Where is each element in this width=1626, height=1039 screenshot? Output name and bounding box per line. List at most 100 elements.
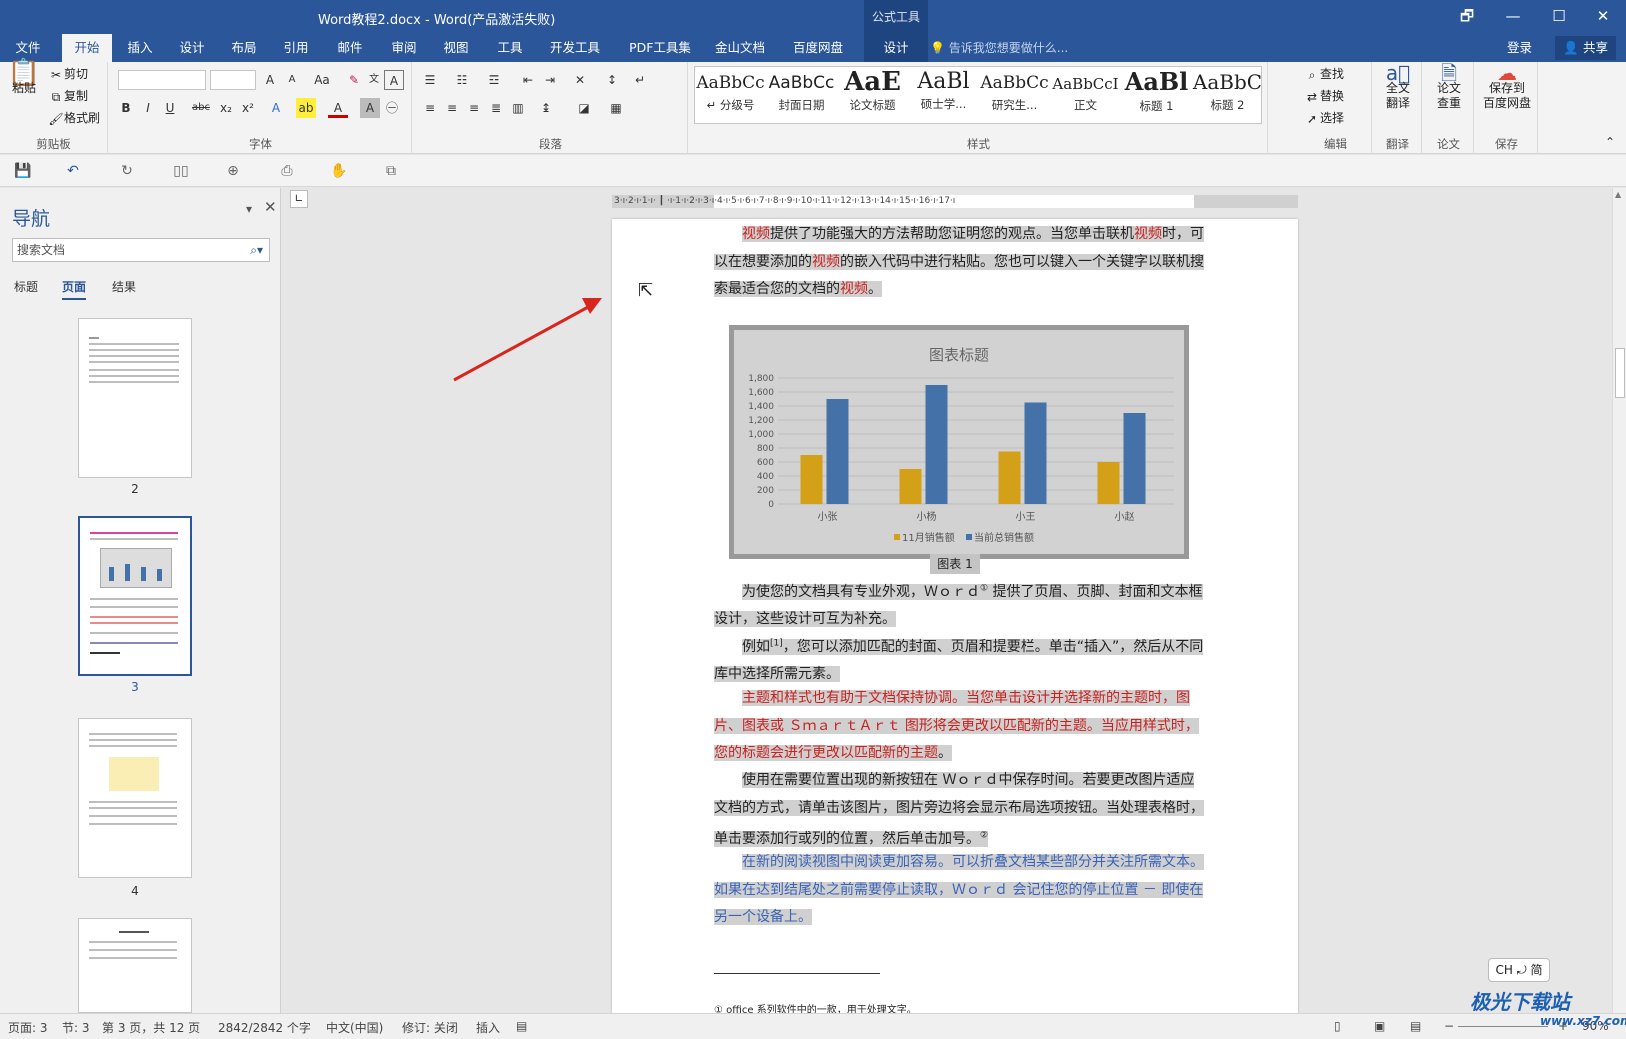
paragraph-6[interactable]: 在新的阅读视图中阅读更加容易。可以折叠文档某些部分并关注所需文本。如果在达到结尾… <box>714 849 1204 932</box>
show-marks-icon[interactable]: ↵ <box>630 70 650 90</box>
style-item[interactable]: AaBbCcI 正文 <box>1050 67 1121 123</box>
copy-button[interactable]: ⧉ 复制 <box>48 86 88 106</box>
paragraph-4[interactable]: 主题和样式也有助于文档保持协调。当您单击设计并选择新的主题时，图片、图表或 Ｓｍ… <box>714 685 1204 768</box>
customize-qat-icon[interactable]: ⧉ <box>380 161 402 181</box>
shrink-font-button[interactable]: A <box>282 70 302 90</box>
tab-tools[interactable]: 工具 <box>486 34 534 62</box>
shading-icon[interactable]: ◪ <box>574 98 594 118</box>
read-mode-icon[interactable]: ▯▯ <box>170 161 192 181</box>
page-thumbnail[interactable] <box>78 918 192 1013</box>
font-color-button[interactable]: A <box>328 98 348 118</box>
status-page-of[interactable]: 第 3 页，共 12 页 <box>102 1019 200 1036</box>
char-shading-icon[interactable]: A <box>360 98 380 118</box>
enclose-char-icon[interactable]: ㊀ <box>382 98 402 118</box>
status-insert-mode[interactable]: 插入 <box>476 1019 500 1036</box>
nav-tab-headings[interactable]: 标题 <box>14 278 38 295</box>
paragraph-5[interactable]: 使用在需要位置出现的新按钮在 Ｗｏｒｄ中保存时间。若要更改图片适应文档的方式，请… <box>714 767 1204 853</box>
font-name-select[interactable] <box>118 70 206 90</box>
minimize-button[interactable]: — <box>1490 0 1536 34</box>
sort-icon[interactable]: ↕ <box>602 70 622 90</box>
zoom-slider[interactable] <box>1458 1026 1548 1027</box>
web-layout-icon[interactable]: ⊕ <box>222 161 244 181</box>
select-button[interactable]: ➚ 选择 <box>1304 108 1344 128</box>
ime-indicator[interactable]: CH ⤾ 简 <box>1488 958 1550 982</box>
status-word-count[interactable]: 2842/2842 个字 <box>218 1019 311 1036</box>
pinyin-guide-icon[interactable]: 文 <box>364 70 384 90</box>
tab-layout[interactable]: 布局 <box>220 34 268 62</box>
numbering-icon[interactable]: ☷ <box>452 70 472 90</box>
tab-view[interactable]: 视图 <box>432 34 480 62</box>
tab-design[interactable]: 设计 <box>168 34 216 62</box>
format-painter-button[interactable]: 🖌格式刷 <box>48 108 100 128</box>
increase-indent-icon[interactable]: ⇥ <box>540 70 560 90</box>
status-language[interactable]: 中文(中国) <box>326 1019 383 1036</box>
borders-icon[interactable]: ▦ <box>606 98 626 118</box>
grow-font-button[interactable]: A <box>260 70 280 90</box>
print-layout-view-icon[interactable]: ▣ <box>1374 1019 1385 1033</box>
close-button[interactable]: ✕ <box>1580 0 1626 34</box>
status-track-changes[interactable]: 修订: 关闭 <box>402 1019 458 1036</box>
nav-tab-results[interactable]: 结果 <box>112 278 136 295</box>
decrease-indent-icon[interactable]: ⇤ <box>518 70 538 90</box>
document-page[interactable]: 视频提供了功能强大的方法帮助您证明您的观点。当您单击联机视频时，可以在想要添加的… <box>612 219 1298 1013</box>
tab-developer[interactable]: 开发工具 <box>540 34 610 62</box>
share-button[interactable]: 👤 共享 <box>1555 36 1616 60</box>
undo-icon[interactable]: ↶ <box>62 161 84 181</box>
nav-close-icon[interactable]: ✕ <box>264 198 277 216</box>
superscript-button[interactable]: x² <box>238 98 258 118</box>
change-case-button[interactable]: Aa <box>308 70 336 90</box>
scrollbar-thumb[interactable] <box>1615 348 1625 398</box>
paragraph-1[interactable]: 视频提供了功能强大的方法帮助您证明您的观点。当您单击联机视频时，可以在想要添加的… <box>714 221 1204 304</box>
bullets-icon[interactable]: ☰ <box>420 70 440 90</box>
find-button[interactable]: ⌕ 查找 <box>1304 64 1344 84</box>
style-item[interactable]: AaE 论文标题 <box>837 67 908 123</box>
tab-equation-design[interactable]: 设计 <box>864 34 928 62</box>
style-item[interactable]: AaBl 硕士学... <box>908 67 979 123</box>
print-preview-icon[interactable]: ⎙ <box>276 161 298 181</box>
tab-mailings[interactable]: 邮件 <box>326 34 374 62</box>
collapse-ribbon-icon[interactable]: ⌃ <box>1600 132 1620 152</box>
tab-home[interactable]: 开始 <box>62 34 112 62</box>
style-item[interactable]: AaBl 标题 1 <box>1121 67 1192 123</box>
subscript-button[interactable]: x₂ <box>216 98 236 118</box>
macro-icon[interactable]: ▤ <box>516 1019 527 1033</box>
line-spacing-icon[interactable]: ↨ <box>536 98 556 118</box>
font-size-select[interactable] <box>210 70 256 90</box>
chart-object[interactable]: 图表标题 0 200 400 600 800 1,000 1,200 1,400 1,600 1,8… <box>729 325 1189 559</box>
page-thumbnail[interactable] <box>78 718 192 878</box>
style-item[interactable]: AaBbCc 研究生... <box>979 67 1050 123</box>
cut-button[interactable]: ✂ 剪切 <box>48 64 88 84</box>
paste-button[interactable]: 📋 粘贴 <box>6 60 42 96</box>
read-mode-view-icon[interactable]: ▯ <box>1334 1019 1341 1033</box>
align-center-icon[interactable]: ≡ <box>442 98 462 118</box>
redo-icon[interactable]: ↻ <box>116 161 138 181</box>
maximize-button[interactable]: ☐ <box>1536 0 1582 34</box>
italic-button[interactable]: I <box>138 98 158 118</box>
strikethrough-button[interactable]: abc <box>188 98 214 118</box>
style-item[interactable]: AaBbCc ↵ 分级号 <box>695 67 766 123</box>
char-border-icon[interactable]: A <box>384 70 404 90</box>
ribbon-display-icon[interactable]: 🗗 <box>1444 0 1490 34</box>
full-translate-button[interactable]: a⃞ 全文 翻译 <box>1378 63 1418 111</box>
nav-tab-pages[interactable]: 页面 <box>62 278 87 300</box>
web-layout-view-icon[interactable]: ▤ <box>1410 1019 1421 1033</box>
login-link[interactable]: 登录 <box>1507 34 1532 62</box>
style-item[interactable]: AaBbC 标题 2 <box>1192 67 1263 123</box>
tab-stop-selector[interactable]: ∟ <box>290 190 308 208</box>
tab-insert[interactable]: 插入 <box>116 34 164 62</box>
justify-icon[interactable]: ≣ <box>486 98 506 118</box>
status-page[interactable]: 页面: 3 <box>8 1019 48 1036</box>
tab-references[interactable]: 引用 <box>272 34 320 62</box>
save-to-baidu-button[interactable]: ☁ 保存到 百度网盘 <box>1478 63 1536 111</box>
highlight-icon[interactable]: ab <box>296 98 316 118</box>
status-section[interactable]: 节: 3 <box>62 1019 90 1036</box>
align-left-icon[interactable]: ≡ <box>420 98 440 118</box>
bold-button[interactable]: B <box>116 98 136 118</box>
search-icon[interactable]: ⌕▾ <box>250 239 263 261</box>
multilevel-list-icon[interactable]: ☲ <box>484 70 504 90</box>
replace-button[interactable]: ⇄ 替换 <box>1304 86 1344 106</box>
tell-me-box[interactable]: 💡 告诉我您想要做什么... <box>930 34 1068 62</box>
tab-review[interactable]: 审阅 <box>380 34 428 62</box>
scroll-up-icon[interactable]: ▲ <box>1615 190 1621 199</box>
chinese-layout-icon[interactable]: ✕ <box>570 70 590 90</box>
